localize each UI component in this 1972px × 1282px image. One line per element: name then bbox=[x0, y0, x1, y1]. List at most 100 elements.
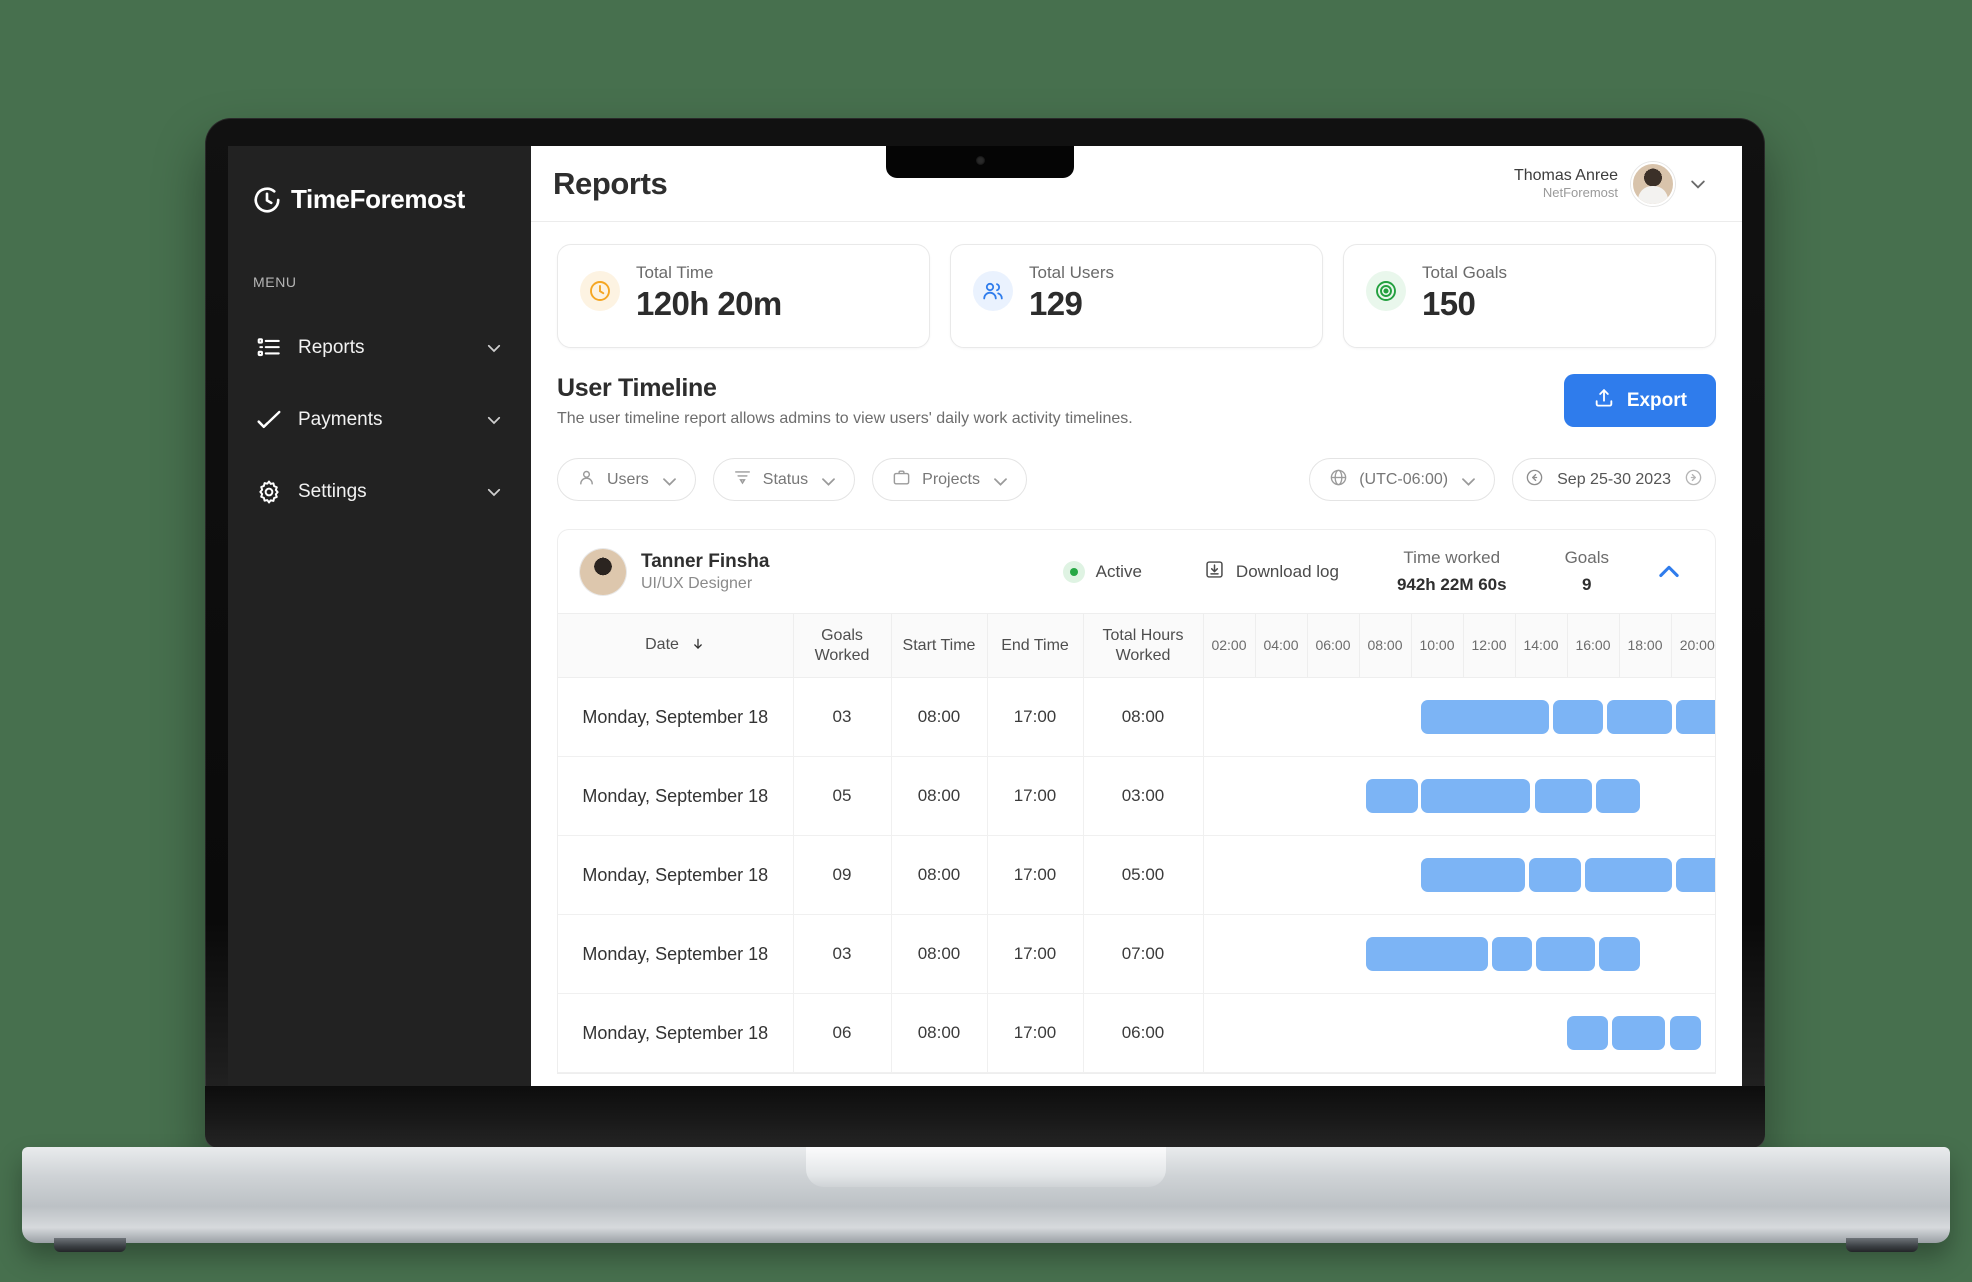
content: Total Time 120h 20m Total Users 129 Tota… bbox=[531, 222, 1742, 1129]
cell-total-hours: 06:00 bbox=[1083, 993, 1204, 1074]
chevron-down-icon bbox=[660, 472, 676, 488]
user-timeline-section: User Timeline The user timeline report a… bbox=[557, 374, 1716, 1075]
col-time-1400: 14:00 bbox=[1515, 614, 1568, 679]
timeline-table-wrap: Date Goals Worked Start Time End Time To… bbox=[557, 613, 1716, 1075]
timeline-segment[interactable] bbox=[1421, 858, 1526, 893]
download-log-button[interactable]: Download log bbox=[1204, 559, 1339, 585]
timeline-segment[interactable] bbox=[1675, 858, 1715, 893]
cell-goals-worked: 06 bbox=[793, 993, 892, 1074]
section-head: User Timeline The user timeline report a… bbox=[557, 374, 1716, 428]
export-button-label: Export bbox=[1626, 389, 1687, 411]
timeline-segment[interactable] bbox=[1529, 858, 1582, 893]
stat-label: Total Goals bbox=[1422, 263, 1508, 282]
chevron-down-icon bbox=[1459, 472, 1476, 488]
cell-total-hours: 08:00 bbox=[1083, 677, 1204, 758]
timeline-user-role: UI/UX Designer bbox=[641, 574, 753, 592]
timezone-selector[interactable]: (UTC-06:00) bbox=[1309, 458, 1496, 501]
goals-label: Goals bbox=[1564, 548, 1609, 567]
chevron-down-icon[interactable] bbox=[485, 411, 503, 429]
filter-status[interactable]: Status bbox=[712, 458, 856, 501]
timeline-segment[interactable] bbox=[1566, 1016, 1609, 1051]
status-label: Active bbox=[1095, 561, 1142, 581]
cell-date: Monday, September 18 bbox=[558, 677, 794, 758]
chevron-up-icon[interactable] bbox=[1655, 558, 1683, 586]
arrow-left-circle-icon[interactable] bbox=[1525, 468, 1544, 492]
col-goals-worked[interactable]: Goals Worked bbox=[793, 614, 892, 679]
timeline-table-body: Monday, September 18 03 08:00 17:00 08:00 Mon… bbox=[558, 677, 1716, 1074]
timeline-segment[interactable] bbox=[1366, 937, 1488, 972]
timeline-segment[interactable] bbox=[1421, 700, 1549, 735]
timeline-segment[interactable] bbox=[1612, 1016, 1666, 1051]
arrow-right-circle-icon[interactable] bbox=[1684, 468, 1703, 492]
brand[interactable]: TimeForemost bbox=[228, 166, 531, 215]
timeline-segment[interactable] bbox=[1552, 700, 1603, 735]
table-row[interactable]: Monday, September 18 06 08:00 17:00 06:00 bbox=[558, 993, 1715, 1074]
filters-left: Users Status Projects bbox=[557, 458, 1027, 501]
timeline-segment[interactable] bbox=[1676, 700, 1715, 735]
timeline-segment[interactable] bbox=[1599, 937, 1640, 972]
chevron-down-icon[interactable] bbox=[485, 339, 503, 357]
cell-goals-worked: 09 bbox=[793, 835, 892, 916]
timeline-table-head: Date Goals Worked Start Time End Time To… bbox=[558, 614, 1715, 679]
timeline-segment[interactable] bbox=[1421, 779, 1531, 814]
sidebar-item-reports[interactable]: Reports bbox=[228, 312, 531, 384]
cell-timeline bbox=[1203, 993, 1715, 1074]
sidebar-item-label: Payments bbox=[298, 409, 383, 430]
globe-icon bbox=[1329, 468, 1348, 492]
stat-cards: Total Time 120h 20m Total Users 129 Tota… bbox=[557, 244, 1716, 348]
timeline-segment[interactable] bbox=[1535, 937, 1596, 972]
col-start-time[interactable]: Start Time bbox=[891, 614, 988, 679]
page-title: Reports bbox=[553, 165, 668, 201]
briefcase-icon bbox=[892, 468, 911, 492]
timeline-user-row[interactable]: Tanner Finsha UI/UX Designer Active Down… bbox=[557, 529, 1716, 613]
col-time-1600: 16:00 bbox=[1567, 614, 1620, 679]
cell-total-hours: 07:00 bbox=[1083, 914, 1204, 995]
table-row[interactable]: Monday, September 18 03 08:00 17:00 07:00 bbox=[558, 914, 1716, 995]
screen: TimeForemost MENU Reports Payments Setti… bbox=[228, 146, 1742, 1129]
timeline-segment[interactable] bbox=[1366, 779, 1419, 814]
laptop-foot-left bbox=[54, 1238, 126, 1252]
cell-total-hours: 03:00 bbox=[1083, 756, 1204, 837]
laptop-foot-right bbox=[1846, 1238, 1918, 1252]
timeline-table: Date Goals Worked Start Time End Time To… bbox=[558, 614, 1716, 1074]
cell-end-time: 17:00 bbox=[987, 993, 1084, 1074]
main-area: Reports Thomas Anree NetForemost Total T… bbox=[531, 146, 1742, 1129]
sidebar-item-settings[interactable]: Settings bbox=[228, 456, 531, 528]
user-menu[interactable]: Thomas Anree NetForemost bbox=[1513, 161, 1708, 206]
timeline-track bbox=[1204, 915, 1716, 993]
download-icon bbox=[1204, 559, 1225, 585]
table-row[interactable]: Monday, September 18 09 08:00 17:00 05:00 bbox=[558, 835, 1715, 916]
table-row[interactable]: Monday, September 18 05 08:00 17:00 03:00 bbox=[558, 756, 1716, 837]
timeline-user-name: Tanner Finsha bbox=[641, 550, 770, 572]
stat-label: Total Users bbox=[1029, 263, 1115, 282]
cell-timeline bbox=[1203, 677, 1715, 758]
timeline-segment[interactable] bbox=[1492, 937, 1532, 972]
col-date[interactable]: Date bbox=[558, 614, 794, 679]
clock-icon bbox=[580, 271, 620, 311]
user-name: Thomas Anree bbox=[1513, 166, 1618, 184]
timeline-segment[interactable] bbox=[1585, 858, 1672, 893]
sidebar-item-payments[interactable]: Payments bbox=[228, 384, 531, 456]
timeline-segment[interactable] bbox=[1534, 779, 1592, 814]
timeline-segment[interactable] bbox=[1669, 1016, 1701, 1051]
export-button[interactable]: Export bbox=[1563, 374, 1716, 427]
chevron-down-icon[interactable] bbox=[485, 483, 503, 501]
col-total-hours[interactable]: Total Hours Worked bbox=[1083, 614, 1204, 679]
time-worked-value: 942h 22M 60s bbox=[1396, 575, 1507, 594]
date-range-selector[interactable]: Sep 25-30 2023 bbox=[1512, 458, 1716, 501]
section-title: User Timeline bbox=[557, 374, 717, 402]
timeline-track bbox=[1204, 757, 1716, 835]
filter-label: Status bbox=[762, 470, 809, 488]
timeline-segment[interactable] bbox=[1607, 700, 1673, 735]
filter-label: Users bbox=[607, 470, 649, 488]
table-row[interactable]: Monday, September 18 03 08:00 17:00 08:00 bbox=[558, 677, 1715, 758]
cell-start-time: 08:00 bbox=[891, 835, 988, 916]
filter-users[interactable]: Users bbox=[557, 458, 696, 501]
timeline-segment[interactable] bbox=[1595, 779, 1641, 814]
laptop-chin bbox=[205, 1086, 1765, 1148]
upload-icon bbox=[1593, 387, 1615, 415]
filter-projects[interactable]: Projects bbox=[872, 458, 1027, 501]
chevron-down-icon[interactable] bbox=[1688, 174, 1708, 194]
col-end-time[interactable]: End Time bbox=[987, 614, 1084, 679]
sort-desc-icon[interactable] bbox=[691, 637, 705, 657]
